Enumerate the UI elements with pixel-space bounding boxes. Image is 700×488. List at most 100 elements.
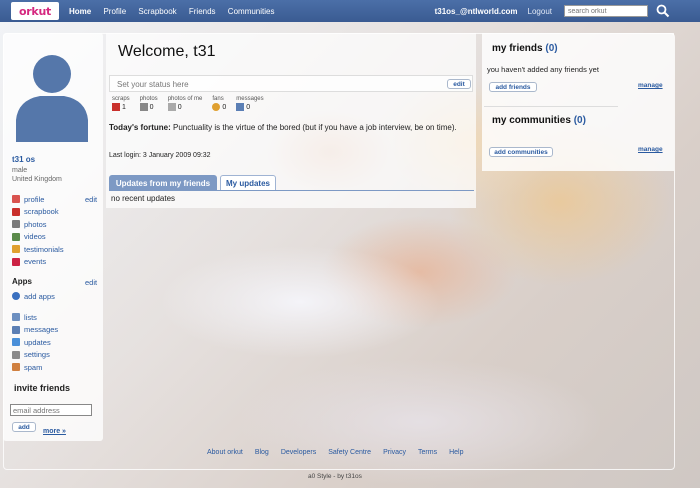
stat-label: messages bbox=[236, 96, 264, 102]
messages-icon bbox=[12, 325, 20, 334]
stat-value: 0 bbox=[149, 103, 154, 111]
footer-link-privacy[interactable]: Privacy bbox=[383, 449, 406, 456]
sidebar-item-label: lists bbox=[24, 312, 37, 322]
scraps-icon bbox=[112, 103, 120, 111]
stat-value: 0 bbox=[177, 103, 182, 111]
status-edit-button[interactable]: edit bbox=[447, 79, 471, 89]
status-placeholder: Set your status here bbox=[117, 80, 189, 89]
profile-stats: scraps 1 photos 0 photos of me 0 fans 0 … bbox=[112, 96, 274, 111]
profile-edit-link[interactable]: edit bbox=[85, 195, 97, 204]
photos-icon bbox=[12, 220, 20, 229]
sidebar-item-settings[interactable]: settings bbox=[12, 349, 58, 362]
profile-icon bbox=[12, 195, 20, 204]
sidebar-item-label: spam bbox=[24, 362, 43, 372]
search-icon[interactable] bbox=[656, 4, 670, 18]
tab-updates-from-friends[interactable]: Updates from my friends bbox=[109, 175, 217, 191]
stat-label: photos of me bbox=[167, 96, 203, 102]
add-apps-icon bbox=[12, 292, 20, 301]
sidebar-item-videos[interactable]: videos bbox=[12, 231, 64, 244]
nav-communities[interactable]: Communities bbox=[228, 7, 275, 16]
lists-icon bbox=[12, 313, 20, 322]
sidebar-item-label: profile bbox=[24, 194, 45, 204]
apps-menu: add apps bbox=[12, 290, 55, 303]
scrapbook-icon bbox=[12, 207, 20, 216]
footer-link-safety[interactable]: Safety Centre bbox=[328, 449, 371, 456]
tab-my-updates[interactable]: My updates bbox=[220, 175, 276, 191]
footer-link-blog[interactable]: Blog bbox=[255, 449, 269, 456]
sidebar-item-updates[interactable]: updates bbox=[12, 336, 58, 349]
manage-communities-link[interactable]: manage bbox=[638, 146, 663, 153]
sidebar-item-photos[interactable]: photos bbox=[12, 218, 64, 231]
stat-photos-of-me[interactable]: photos of me 0 bbox=[167, 96, 203, 111]
page-title: Welcome, t31 bbox=[118, 43, 216, 60]
sidebar-item-scrapbook[interactable]: scrapbook bbox=[12, 206, 64, 219]
stat-label: fans bbox=[212, 96, 224, 102]
add-friends-button[interactable]: add friends bbox=[489, 82, 537, 92]
footer-link-about[interactable]: About orkut bbox=[207, 449, 243, 456]
my-friends-title: my friends (0) bbox=[492, 43, 558, 54]
sidebar-item-label: messages bbox=[24, 325, 59, 335]
footer-link-terms[interactable]: Terms bbox=[418, 449, 437, 456]
friends-title-label: my friends bbox=[492, 43, 543, 54]
style-credit: a0 Style - by t31os bbox=[308, 473, 362, 480]
invite-add-button[interactable]: add bbox=[12, 422, 36, 432]
footer-link-developers[interactable]: Developers bbox=[281, 449, 316, 456]
search-input[interactable] bbox=[564, 5, 648, 17]
footer-links: About orkut Blog Developers Safety Centr… bbox=[207, 449, 475, 456]
sidebar-item-label: updates bbox=[24, 337, 51, 347]
stat-value: 1 bbox=[122, 103, 126, 111]
fortune-text: Punctuality is the virtue of the bored (… bbox=[173, 123, 457, 132]
star-icon bbox=[212, 103, 221, 111]
stat-messages[interactable]: messages 0 bbox=[236, 96, 264, 111]
email-field[interactable] bbox=[10, 404, 92, 416]
apps-title: Apps bbox=[12, 277, 32, 286]
updates-icon bbox=[12, 338, 20, 347]
sidebar-item-messages[interactable]: messages bbox=[12, 324, 58, 337]
nav-scrapbook[interactable]: Scrapbook bbox=[138, 7, 176, 16]
manage-friends-link[interactable]: manage bbox=[638, 82, 663, 89]
stat-label: photos bbox=[139, 96, 158, 102]
main-nav: Home Profile Scrapbook Friends Communiti… bbox=[69, 7, 284, 16]
sidebar-item-label: scrapbook bbox=[24, 207, 59, 217]
envelope-icon bbox=[236, 103, 245, 111]
sidebar-item-label: testimonials bbox=[24, 244, 64, 254]
profile-country: United Kingdom bbox=[12, 176, 62, 183]
orkut-logo[interactable]: orkut bbox=[11, 2, 59, 20]
profile-name[interactable]: t31 os bbox=[12, 155, 35, 164]
communities-title-label: my communities bbox=[492, 115, 571, 126]
add-apps-label: add apps bbox=[24, 291, 55, 301]
stat-fans[interactable]: fans 0 bbox=[212, 96, 226, 111]
logout-link[interactable]: Logout bbox=[528, 7, 552, 16]
stat-scraps[interactable]: scraps 1 bbox=[112, 96, 130, 111]
user-email[interactable]: t31os_@ntlworld.com bbox=[435, 7, 518, 16]
avatar[interactable] bbox=[10, 40, 94, 142]
stat-value: 0 bbox=[246, 103, 251, 111]
sidebar-item-spam[interactable]: spam bbox=[12, 361, 58, 374]
todays-fortune: Today's fortune: Punctuality is the virt… bbox=[109, 122, 469, 134]
stat-value: 0 bbox=[222, 103, 227, 111]
add-communities-button[interactable]: add communities bbox=[489, 147, 553, 157]
testimonials-icon bbox=[12, 245, 20, 254]
apps-edit-link[interactable]: edit bbox=[85, 278, 97, 287]
sidebar-item-profile[interactable]: profile bbox=[12, 193, 64, 206]
add-apps-link[interactable]: add apps bbox=[12, 290, 55, 303]
my-communities-title: my communities (0) bbox=[492, 115, 586, 126]
stat-photos[interactable]: photos 0 bbox=[139, 96, 158, 111]
sidebar-item-lists[interactable]: lists bbox=[12, 311, 58, 324]
profile-menu: profile scrapbook photos videos testimon… bbox=[12, 193, 64, 268]
nav-friends[interactable]: Friends bbox=[189, 7, 216, 16]
sidebar-item-testimonials[interactable]: testimonials bbox=[12, 243, 64, 256]
friends-count[interactable]: (0) bbox=[545, 43, 557, 54]
communities-count[interactable]: (0) bbox=[574, 115, 586, 126]
sidebar-item-events[interactable]: events bbox=[12, 256, 64, 269]
fortune-label: Today's fortune: bbox=[109, 123, 171, 132]
stat-label: scraps bbox=[112, 96, 130, 102]
sidebar-item-label: videos bbox=[24, 232, 46, 242]
top-navigation-bar: orkut Home Profile Scrapbook Friends Com… bbox=[0, 0, 700, 22]
nav-home[interactable]: Home bbox=[69, 7, 91, 16]
invite-more-link[interactable]: more » bbox=[43, 428, 66, 435]
footer-link-help[interactable]: Help bbox=[449, 449, 463, 456]
spam-icon bbox=[12, 363, 20, 372]
sidebar-item-label: events bbox=[24, 257, 47, 267]
nav-profile[interactable]: Profile bbox=[103, 7, 126, 16]
